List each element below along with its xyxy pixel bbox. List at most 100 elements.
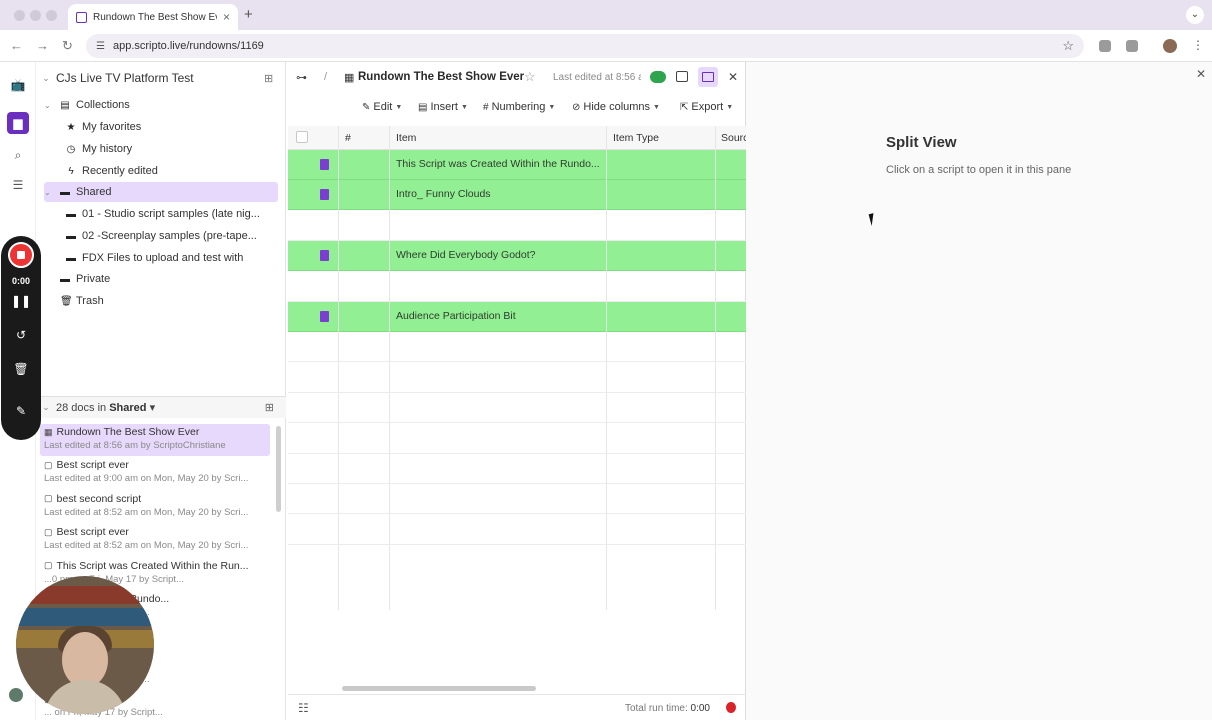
table-row[interactable] [288, 272, 746, 302]
item-cell[interactable]: Audience Participation Bit [396, 310, 604, 322]
column-header-item-type[interactable]: Item Type [613, 132, 659, 144]
column-divider [389, 126, 390, 610]
split-view-title: Split View [886, 134, 957, 151]
column-header-source[interactable]: Sourc [721, 132, 748, 144]
table-row[interactable]: This Script was Created Within the Rundo… [288, 150, 746, 180]
edit-menu-button[interactable]: ✎ Edit ▼ [362, 101, 402, 113]
column-header-item[interactable]: Item [396, 132, 416, 144]
item-cell[interactable]: Intro_ Funny Clouds [396, 188, 604, 200]
favorite-star-icon[interactable]: ☆ [524, 69, 536, 85]
chevron-down-icon[interactable]: ⌄ [44, 188, 54, 197]
tree-item-recently-edited[interactable]: ϟ Recently edited [66, 161, 280, 181]
tv-logo-icon[interactable]: 📺 [7, 74, 29, 96]
table-row[interactable]: Where Did Everybody Godot? [288, 241, 746, 272]
new-doc-icon[interactable]: ⊞ [265, 401, 274, 414]
tree-item-studio-samples[interactable]: ▬ 01 - Studio script samples (late nig..… [66, 204, 266, 224]
script-file-icon[interactable] [320, 250, 329, 262]
table-row[interactable] [288, 424, 746, 454]
extension-icon[interactable] [1099, 40, 1111, 52]
hide-columns-label: Hide columns [583, 101, 651, 113]
tree-item-fdx-files[interactable]: ▬ FDX Files to upload and test with [66, 248, 280, 268]
tree-item-favorites[interactable]: ★ My favorites [66, 117, 280, 137]
search-icon[interactable]: ⌕ [7, 144, 29, 166]
table-row[interactable] [288, 454, 746, 484]
folder-icon: ▬ [66, 230, 76, 242]
tree-item-trash[interactable]: 🗑 Trash [60, 291, 274, 311]
chevron-down-icon[interactable]: ⌄ [44, 101, 54, 110]
address-bar[interactable]: ☰ app.scripto.live/rundowns/1169 ☆ [86, 34, 1084, 58]
insert-menu-button[interactable]: ▤ Insert ▼ [418, 101, 468, 113]
window-zoom-dot[interactable] [46, 10, 57, 21]
table-row[interactable] [288, 332, 746, 363]
webcam-bubble[interactable] [16, 576, 154, 714]
url-text: app.scripto.live/rundowns/1169 [112, 40, 264, 52]
split-view-toggle-icon[interactable] [698, 67, 718, 87]
restart-icon[interactable]: ↺ [1, 328, 41, 342]
table-row[interactable] [288, 484, 746, 515]
pause-icon[interactable]: ❚❚ [1, 294, 41, 308]
script-file-icon[interactable] [320, 311, 329, 322]
chevron-down-icon[interactable]: ⌄ [36, 73, 56, 84]
tree-item-screenplay-samples[interactable]: ▬ 02 -Screenplay samples (pre-tape... [66, 226, 266, 246]
doc-list-item[interactable]: ▢ best second script Last edited at 8:52 a… [40, 491, 270, 523]
table-row[interactable]: Intro_ Funny Clouds [288, 180, 746, 211]
table-row[interactable] [288, 363, 746, 393]
tree-item-private[interactable]: ▬ Private [60, 269, 274, 289]
new-tab-icon[interactable]: + [244, 6, 253, 23]
format-list-icon[interactable]: ☷ [298, 701, 309, 715]
folder-nav-icon[interactable]: ▆ [7, 112, 29, 134]
extensions-puzzle-icon[interactable] [1126, 40, 1138, 52]
select-all-checkbox[interactable] [296, 131, 308, 143]
draw-pen-icon[interactable]: ✎ [1, 404, 41, 418]
bookmark-star-icon[interactable]: ☆ [1062, 38, 1074, 54]
rundown-title[interactable]: Rundown The Best Show Ever [358, 71, 524, 83]
window-close-dot[interactable] [14, 10, 25, 21]
rundown-footer: ☷ Total run time: 0:00 [288, 694, 746, 720]
doc-list-item[interactable]: ▢ Best script ever Last edited at 8:52 am … [40, 524, 270, 556]
profile-avatar[interactable] [1163, 39, 1177, 53]
tree-item-collections[interactable]: ⌄ ▤ Collections [44, 95, 280, 115]
script-file-icon[interactable] [320, 189, 329, 201]
browser-menu-icon[interactable]: ⋮ [1192, 38, 1204, 52]
browser-tab[interactable]: Rundown The Best Show Ever × [68, 4, 238, 30]
item-cell[interactable]: This Script was Created Within the Rundo… [396, 158, 604, 170]
table-row[interactable] [288, 515, 746, 545]
tab-close-icon[interactable]: × [223, 10, 230, 24]
list-icon[interactable]: ☰ [7, 174, 29, 196]
tree-item-history[interactable]: ◷ My history [66, 139, 280, 159]
rundown-doc-icon: ▦ [44, 426, 53, 437]
sidebar-scrollbar[interactable] [276, 426, 281, 512]
close-rundown-icon[interactable]: ✕ [728, 70, 738, 84]
tree-item-shared[interactable]: ⌄ ▬ Shared [44, 182, 278, 202]
script-file-icon[interactable] [320, 159, 329, 170]
close-split-view-icon[interactable]: ✕ [1196, 67, 1206, 81]
grid-horizontal-scrollbar[interactable] [342, 686, 536, 691]
doc-list-item[interactable]: ▦ Rundown The Best Show Ever Last edited a… [40, 424, 270, 456]
table-row[interactable]: Audience Participation Bit [288, 302, 746, 332]
export-menu-button[interactable]: ⇱ Export ▼ [680, 101, 733, 113]
table-row[interactable] [288, 393, 746, 424]
stop-recording-button[interactable] [8, 242, 34, 268]
column-header-number[interactable]: # [345, 132, 351, 144]
stopwatch-icon[interactable] [726, 702, 736, 713]
user-avatar[interactable] [8, 687, 24, 703]
tab-search-icon[interactable]: ⌄ [1186, 6, 1204, 24]
tree-item-label: Trash [76, 295, 104, 307]
delete-recording-icon[interactable]: 🗑 [1, 362, 41, 376]
workspace-header[interactable]: ⌄ CJs Live TV Platform Test ⊞ [36, 68, 286, 88]
back-icon[interactable]: ← [10, 38, 23, 53]
docs-count[interactable]: 28 docs in Shared ▾ [56, 401, 155, 414]
add-folder-icon[interactable]: ⊞ [264, 72, 286, 85]
hide-columns-button[interactable]: ⊘ Hide columns ▼ [572, 101, 660, 113]
numbering-menu-button[interactable]: # Numbering ▼ [483, 101, 555, 113]
hierarchy-icon[interactable]: ⊶ [296, 71, 307, 84]
doc-list-item[interactable]: ▢ Best script ever Last edited at 9:00 am … [40, 457, 270, 489]
window-minimize-dot[interactable] [30, 10, 41, 21]
reload-icon[interactable]: ↻ [62, 38, 73, 54]
site-info-icon[interactable]: ☰ [96, 41, 105, 52]
forward-icon[interactable]: → [36, 38, 49, 53]
card-view-icon[interactable] [676, 71, 688, 82]
table-row[interactable] [288, 211, 746, 241]
item-cell[interactable]: Where Did Everybody Godot? [396, 249, 604, 261]
caret-down-icon: ▼ [395, 103, 403, 111]
